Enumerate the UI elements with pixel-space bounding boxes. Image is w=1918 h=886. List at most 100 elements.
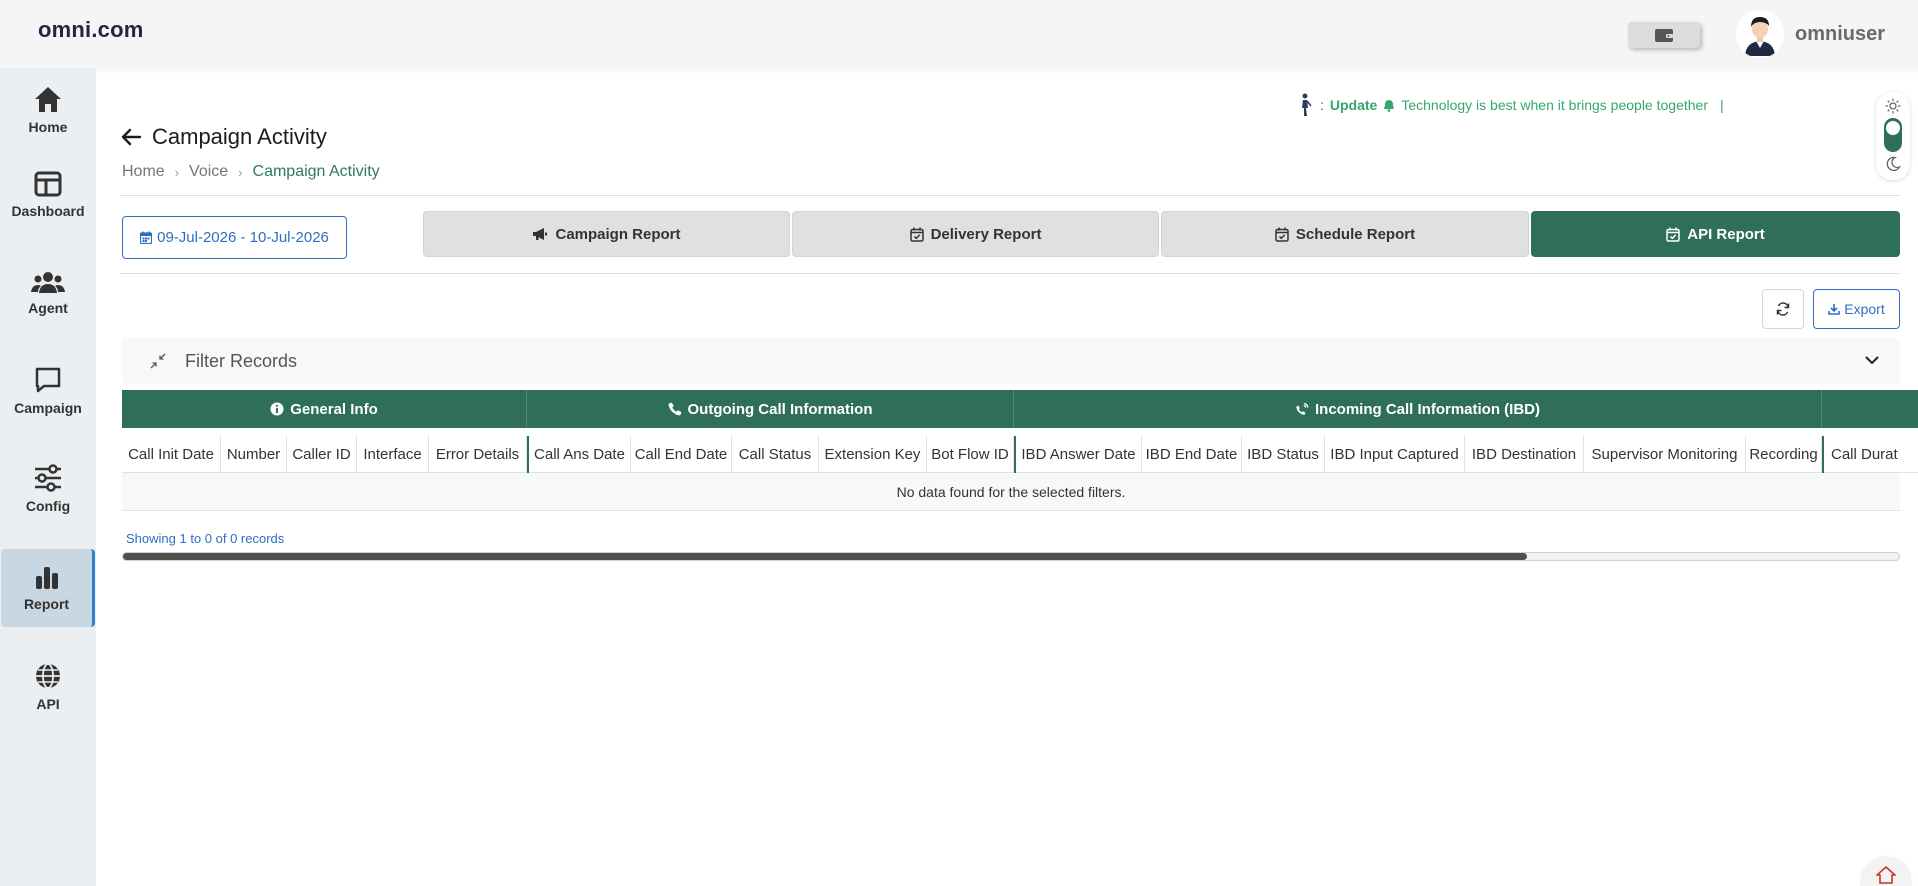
column-header[interactable]: Recording [1746,436,1822,473]
column-header[interactable]: IBD End Date [1142,436,1242,473]
column-header[interactable]: IBD Input Captured [1325,436,1465,473]
walking-person-icon [1302,93,1312,116]
sidebar-item-dashboard[interactable]: Dashboard [0,156,96,234]
config-icon [35,464,61,492]
tab-schedule-report[interactable]: Schedule Report [1161,211,1529,257]
breadcrumb-current: Campaign Activity [252,163,380,180]
globe-icon [36,663,60,689]
sidebar-item-label: Home [28,119,68,135]
column-header[interactable]: Number [221,436,287,473]
breadcrumb-voice[interactable]: Voice [189,163,228,181]
user-avatar-icon [1745,17,1775,56]
sidebar-item-campaign[interactable]: Campaign [0,352,96,430]
column-header[interactable]: Call Init Date [122,436,221,473]
column-header[interactable]: Caller ID [287,436,357,473]
breadcrumb: Home › Voice › Campaign Activity [122,163,380,181]
tab-label: API Report [1687,225,1765,243]
column-header[interactable]: Error Details [429,436,527,473]
report-icon [35,567,58,589]
column-header[interactable]: Interface [357,436,429,473]
column-header[interactable]: Call Ans Date [527,436,631,473]
breadcrumb-home[interactable]: Home [122,163,165,181]
sun-icon [1885,98,1901,114]
horizontal-scrollbar[interactable] [122,552,1900,561]
ticker-message: Technology is best when it brings people… [1401,97,1708,113]
export-label: Export [1844,301,1885,317]
sidebar-item-label: Agent [28,300,68,316]
announcement-ticker: : Update Technology is best when it brin… [1296,93,1724,117]
phone-incoming-icon [1296,402,1309,415]
collapse-arrows-icon [150,353,166,369]
sidebar-item-label: Report [23,596,70,612]
filter-records-panel[interactable]: Filter Records [122,338,1900,384]
column-header[interactable]: Bot Flow ID [927,436,1014,473]
page-title-text: Campaign Activity [152,124,327,149]
theme-toggle[interactable] [1876,92,1910,180]
theme-switch-knob [1886,121,1900,135]
wallet-icon [1655,29,1673,42]
logo[interactable]: omni.com [38,17,144,43]
empty-state-row: No data found for the selected filters. [122,473,1900,511]
tab-campaign-report[interactable]: Campaign Report [423,211,790,257]
date-range-text: 09-Jul-2026 - 10-Jul-2026 [157,229,329,246]
top-header: omni.com omniuser [0,0,1918,68]
moon-icon [1886,156,1901,171]
column-header[interactable]: IBD Answer Date [1014,436,1142,473]
calendar-icon [140,231,153,244]
bell-icon [1384,99,1395,112]
divider [120,195,1900,196]
sidebar-item-report[interactable]: Report [1,549,95,627]
group-outgoing-call: Outgoing Call Information [527,390,1014,428]
column-header[interactable]: Call Durat [1822,436,1918,473]
pagination-info: Showing 1 to 0 of 0 records [126,531,285,546]
download-icon [1828,304,1841,315]
chevron-right-icon: › [238,164,243,180]
ticker-caret: | [1719,97,1724,113]
group-label: Incoming Call Information (IBD) [1315,400,1540,418]
export-button[interactable]: Export [1813,289,1900,329]
group-label: General Info [290,400,378,418]
scrollbar-thumb[interactable] [123,553,1527,560]
column-header[interactable]: IBD Status [1242,436,1325,473]
floating-home-button[interactable] [1862,858,1910,886]
calendar-check-icon [909,227,924,242]
column-header[interactable]: Call End Date [631,436,732,473]
avatar[interactable] [1736,10,1784,58]
tab-delivery-report[interactable]: Delivery Report [792,211,1159,257]
calendar-check-icon [1275,227,1289,242]
group-general-info: General Info [122,390,527,428]
refresh-button[interactable] [1762,289,1804,329]
column-header[interactable]: Supervisor Monitoring [1584,436,1746,473]
theme-switch[interactable] [1884,118,1902,152]
sidebar-item-api[interactable]: API [0,648,96,726]
tab-label: Campaign Report [555,225,681,243]
table-header-row: Call Init Date Number Caller ID Interfac… [122,436,1918,473]
ticker-label: Update [1329,97,1378,113]
ticker-prefix: : [1320,97,1324,113]
sidebar-item-home[interactable]: Home [0,71,96,149]
report-table: General Info Outgoing Call Information I… [122,390,1918,512]
username[interactable]: omniuser [1795,23,1885,46]
refresh-icon [1776,302,1790,316]
column-header[interactable]: IBD Destination [1465,436,1584,473]
column-header[interactable]: Call Status [732,436,819,473]
tab-label: Schedule Report [1295,225,1416,243]
chevron-down-icon[interactable] [1864,354,1880,366]
page-title: Campaign Activity [120,124,327,150]
wallet-button[interactable] [1628,22,1700,48]
group-label: Outgoing Call Information [687,400,873,418]
tab-api-report[interactable]: API Report [1531,211,1900,257]
home-icon [35,87,61,112]
back-arrow-icon[interactable] [120,128,142,146]
column-header[interactable]: Extension Key [819,436,927,473]
date-range-picker[interactable]: 09-Jul-2026 - 10-Jul-2026 [122,216,347,259]
phone-icon [668,402,681,416]
calendar-check-icon [1666,227,1680,242]
chevron-right-icon: › [174,164,180,180]
sidebar-item-config[interactable]: Config [0,450,96,528]
sidebar-item-label: Dashboard [11,203,85,219]
table-group-header: General Info Outgoing Call Information I… [122,390,1918,428]
info-circle-icon [270,402,284,416]
group-incoming-call: Incoming Call Information (IBD) [1014,390,1822,428]
sidebar-item-agent[interactable]: Agent [0,254,96,332]
